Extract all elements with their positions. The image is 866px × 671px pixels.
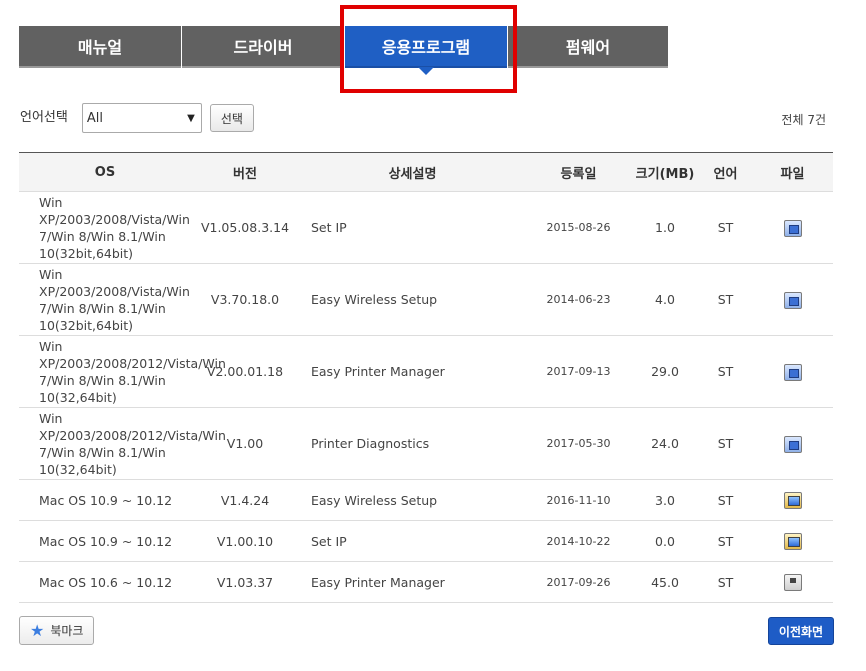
row-desc: Printer Diagnostics: [299, 407, 526, 480]
table-row: Win XP/2003/2008/Vista/Win 7/Win 8/Win 8…: [19, 263, 833, 336]
row-os: Win XP/2003/2008/2012/Vista/Win 7/Win 8/…: [19, 407, 226, 480]
row-version: V3.70.18.0: [191, 263, 299, 336]
row-file: [752, 191, 833, 264]
windows-download-icon[interactable]: [783, 363, 802, 381]
header-lang: 언어: [699, 152, 752, 192]
row-size: 3.0: [631, 479, 699, 521]
row-version: V1.4.24: [191, 479, 299, 521]
row-desc: Easy Printer Manager: [299, 335, 526, 408]
row-size: 24.0: [631, 407, 699, 480]
row-os: Win XP/2003/2008/2012/Vista/Win 7/Win 8/…: [19, 335, 226, 408]
header-os: OS: [19, 152, 191, 192]
row-file: [752, 520, 833, 562]
header-date: 등록일: [526, 152, 631, 192]
previous-page-button[interactable]: 이전화면: [768, 617, 834, 645]
row-lang: ST: [699, 561, 752, 603]
language-select[interactable]: All ▼: [81, 103, 202, 133]
row-date: 2015-08-26: [526, 191, 631, 264]
row-file: [752, 263, 833, 336]
bookmark-button[interactable]: ★ 북마크: [19, 616, 95, 645]
header-version: 버전: [191, 152, 299, 192]
star-icon: ★: [30, 621, 45, 640]
disk-download-icon[interactable]: [783, 574, 802, 591]
row-date: 2014-06-23: [526, 263, 631, 336]
tab-label: 응용프로그램: [381, 38, 471, 57]
row-version: V1.00.10: [191, 520, 299, 562]
row-lang: ST: [699, 191, 752, 264]
select-button[interactable]: 선택: [209, 104, 254, 132]
row-date: 2017-09-13: [526, 335, 631, 408]
row-version: V2.00.01.18: [191, 335, 299, 408]
row-os: Win XP/2003/2008/Vista/Win 7/Win 8/Win 8…: [19, 263, 191, 336]
row-desc: Set IP: [299, 520, 526, 562]
table-row: Mac OS 10.9 ~ 10.12 V1.4.24 Easy Wireles…: [19, 479, 833, 521]
mac-download-icon[interactable]: [783, 492, 802, 509]
bookmark-label: 북마크: [50, 624, 84, 638]
row-size: 45.0: [631, 561, 699, 603]
tab-driver[interactable]: 드라이버: [182, 26, 344, 68]
row-desc: Easy Printer Manager: [299, 561, 526, 603]
row-lang: ST: [699, 520, 752, 562]
table-row: Win XP/2003/2008/Vista/Win 7/Win 8/Win 8…: [19, 191, 833, 264]
row-size: 0.0: [631, 520, 699, 562]
mac-download-icon[interactable]: [783, 533, 802, 550]
windows-download-icon[interactable]: [783, 219, 802, 237]
header-size: 크기(MB): [631, 152, 699, 192]
table-header: OS 버전 상세설명 등록일 크기(MB) 언어 파일: [19, 152, 833, 192]
tab-label: 펌웨어: [565, 38, 611, 57]
row-version: V1.05.08.3.14: [191, 191, 299, 264]
row-version: V1.03.37: [191, 561, 299, 603]
tab-application[interactable]: 응용프로그램: [345, 26, 507, 75]
header-file: 파일: [752, 152, 833, 192]
row-os: Win XP/2003/2008/Vista/Win 7/Win 8/Win 8…: [19, 191, 191, 264]
row-file: [752, 335, 833, 408]
row-date: 2016-11-10: [526, 479, 631, 521]
table-row: Mac OS 10.9 ~ 10.12 V1.00.10 Set IP 2014…: [19, 520, 833, 562]
row-date: 2017-09-26: [526, 561, 631, 603]
category-tabs: 매뉴얼 드라이버 응용프로그램 펌웨어: [19, 26, 669, 75]
language-select-value: All: [86, 110, 103, 126]
row-size: 4.0: [631, 263, 699, 336]
row-lang: ST: [699, 263, 752, 336]
table-row: Win XP/2003/2008/2012/Vista/Win 7/Win 8/…: [19, 335, 833, 408]
row-file: [752, 479, 833, 521]
header-desc: 상세설명: [299, 152, 526, 192]
windows-download-icon[interactable]: [783, 435, 802, 453]
row-os: Mac OS 10.6 ~ 10.12: [19, 561, 191, 603]
table-row: Mac OS 10.6 ~ 10.12 V1.03.37 Easy Printe…: [19, 561, 833, 603]
chevron-down-icon: ▼: [187, 112, 195, 124]
tab-manual[interactable]: 매뉴얼: [19, 26, 181, 68]
row-version: V1.00: [191, 407, 299, 480]
row-date: 2017-05-30: [526, 407, 631, 480]
language-filter-label: 언어선택: [20, 109, 68, 125]
software-table: OS 버전 상세설명 등록일 크기(MB) 언어 파일 Win XP/2003/…: [19, 152, 833, 603]
total-count: 전체 7건: [781, 113, 826, 127]
row-os: Mac OS 10.9 ~ 10.12: [19, 520, 191, 562]
row-lang: ST: [699, 335, 752, 408]
row-desc: Set IP: [299, 191, 526, 264]
tab-firmware[interactable]: 펌웨어: [508, 26, 668, 68]
language-filter: 언어선택 All ▼ 선택: [20, 103, 254, 133]
tab-label: 드라이버: [233, 38, 293, 57]
row-file: [752, 407, 833, 480]
table-row: Win XP/2003/2008/2012/Vista/Win 7/Win 8/…: [19, 407, 833, 480]
windows-download-icon[interactable]: [783, 291, 802, 309]
row-os: Mac OS 10.9 ~ 10.12: [19, 479, 191, 521]
row-lang: ST: [699, 479, 752, 521]
row-desc: Easy Wireless Setup: [299, 479, 526, 521]
tab-label: 매뉴얼: [77, 38, 123, 57]
row-size: 1.0: [631, 191, 699, 264]
row-size: 29.0: [631, 335, 699, 408]
row-lang: ST: [699, 407, 752, 480]
row-date: 2014-10-22: [526, 520, 631, 562]
active-tab-caret-icon: [418, 67, 434, 75]
row-desc: Easy Wireless Setup: [299, 263, 526, 336]
row-file: [752, 561, 833, 603]
